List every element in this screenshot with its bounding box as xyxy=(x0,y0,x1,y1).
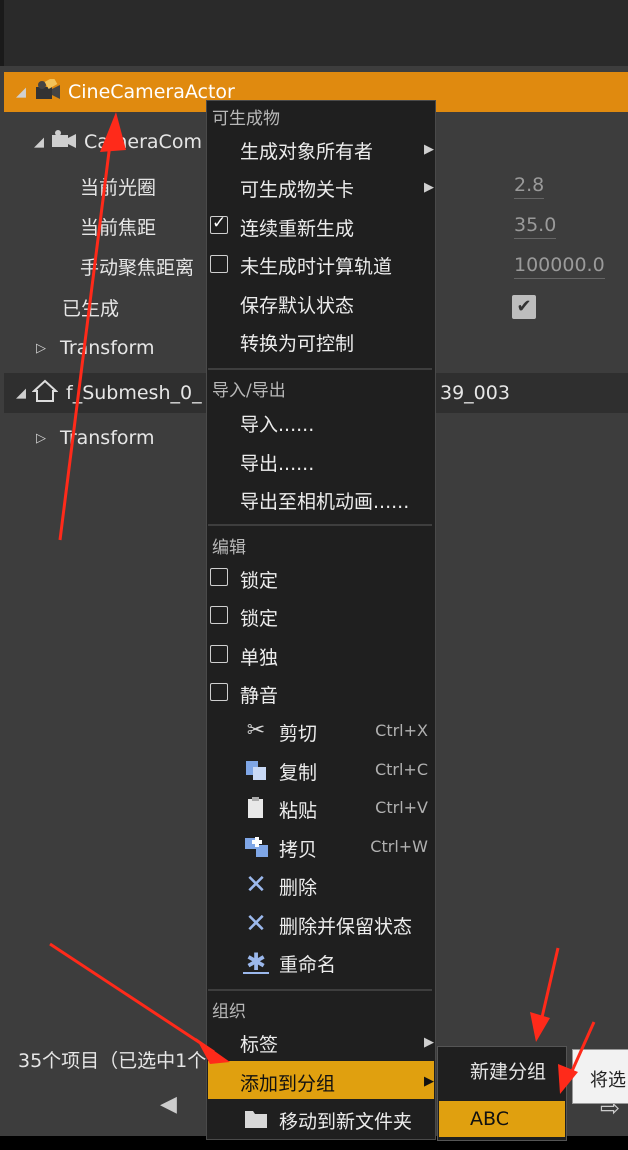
lock-checkbox-1[interactable] xyxy=(210,568,228,586)
menu-item-export-camera-anim[interactable]: 导出至相机动画...... xyxy=(240,487,409,514)
menu-item-delete-keep-state[interactable]: 删除并保留状态 xyxy=(279,912,412,939)
paste-icon xyxy=(244,796,268,820)
collapse-triangle-icon[interactable]: ◢ xyxy=(16,85,32,100)
calc-unspawned-checkbox[interactable] xyxy=(210,255,228,273)
menu-separator xyxy=(208,524,432,526)
menu-item-spawn-owner[interactable]: 生成对象所有者 xyxy=(240,137,373,164)
camera-component-icon xyxy=(50,129,84,155)
component-name: CameraCom xyxy=(84,131,202,153)
collapse-triangle-icon[interactable]: ◢ xyxy=(34,135,50,150)
menu-item-cut[interactable]: 剪切 xyxy=(279,719,317,746)
solo-checkbox[interactable] xyxy=(210,645,228,663)
item-count-status: 35个项目（已选中1个 xyxy=(18,1050,207,1072)
collapse-triangle-icon[interactable]: ◢ xyxy=(16,386,32,401)
lock-checkbox-2[interactable] xyxy=(210,606,228,624)
menu-section-import-export: 导入/导出 xyxy=(212,381,286,401)
menu-item-paste[interactable]: 粘贴 xyxy=(279,796,317,823)
property-value[interactable]: 2.8 xyxy=(514,174,545,199)
menu-section-spawnables: 可生成物 xyxy=(212,109,280,129)
menu-item-lock-1[interactable]: 锁定 xyxy=(240,566,278,593)
continuous-respawn-checkbox[interactable] xyxy=(210,213,228,234)
folder-icon xyxy=(244,1107,268,1131)
property-label: 已生成 xyxy=(62,297,120,320)
duplicate-icon xyxy=(244,835,268,859)
submenu-item-new-group[interactable]: 新建分组 xyxy=(470,1057,546,1084)
expand-triangle-icon[interactable]: ▷ xyxy=(36,341,52,356)
shortcut-copy: Ctrl+C xyxy=(374,760,428,779)
menu-item-calc-unspawned-track[interactable]: 未生成时计算轨道 xyxy=(240,252,392,279)
menu-item-export[interactable]: 导出...... xyxy=(240,449,314,476)
property-value[interactable]: 100000.0 xyxy=(514,254,605,279)
menu-separator xyxy=(208,368,432,370)
submenu-arrow-icon: ▶ xyxy=(424,1074,434,1089)
menu-item-lock-2[interactable]: 锁定 xyxy=(240,604,278,631)
delete-keep-x-icon: ✕ xyxy=(245,909,267,939)
property-label: 当前光圈 xyxy=(80,176,157,199)
menu-section-edit: 编辑 xyxy=(212,538,246,558)
menu-item-spawn-level[interactable]: 可生成物关卡 xyxy=(240,175,354,202)
menu-section-organize: 组织 xyxy=(212,1002,246,1022)
menu-item-duplicate[interactable]: 拷贝 xyxy=(279,835,317,862)
scissors-icon: ✂ xyxy=(246,718,266,743)
menu-item-mute[interactable]: 静音 xyxy=(240,681,278,708)
menu-item-add-to-group[interactable]: 添加到分组 xyxy=(240,1069,335,1096)
property-label: 手动聚焦距离 xyxy=(80,256,195,279)
left-edge xyxy=(0,0,4,66)
submesh-name: f_Submesh_0_ xyxy=(66,382,202,404)
copy-icon xyxy=(244,758,268,782)
rename-icon: ✱ xyxy=(245,948,267,976)
menu-item-convert-possessable[interactable]: 转换为可控制 xyxy=(240,329,354,356)
property-value[interactable]: 35.0 xyxy=(514,214,557,239)
menu-item-import[interactable]: 导入...... xyxy=(240,410,314,437)
rename-underline xyxy=(243,972,269,974)
submesh-name-suffix: 39_003 xyxy=(440,382,510,404)
menu-item-continuous-respawn[interactable]: 连续重新生成 xyxy=(240,214,354,241)
camera-actor-icon xyxy=(32,77,66,105)
submenu-arrow-icon: ▶ xyxy=(424,142,434,157)
menu-item-rename[interactable]: 重命名 xyxy=(279,950,336,977)
menu-item-save-default-state[interactable]: 保存默认状态 xyxy=(240,291,354,318)
submenu-arrow-icon: ▶ xyxy=(424,180,434,195)
actor-house-icon xyxy=(31,379,66,407)
mute-checkbox[interactable] xyxy=(210,683,228,701)
menu-item-delete[interactable]: 删除 xyxy=(279,873,317,900)
expand-triangle-icon[interactable]: ▷ xyxy=(36,431,52,446)
submenu-item-abc[interactable]: ABC xyxy=(470,1108,509,1130)
nav-back-icon[interactable]: ◀ xyxy=(160,1092,177,1117)
property-label: 当前焦距 xyxy=(80,216,157,239)
menu-item-solo[interactable]: 单独 xyxy=(240,643,278,670)
menu-separator xyxy=(208,989,432,991)
menu-item-copy[interactable]: 复制 xyxy=(279,758,317,785)
shortcut-duplicate: Ctrl+W xyxy=(370,837,428,856)
transform-label: Transform xyxy=(60,427,155,449)
transform-label: Transform xyxy=(60,337,155,359)
shortcut-paste: Ctrl+V xyxy=(375,798,428,817)
menu-item-move-to-folder[interactable]: 移动到新文件夹 xyxy=(279,1107,412,1134)
tooltip: 将选 xyxy=(572,1049,628,1104)
generated-checkbox[interactable]: ✔ xyxy=(512,295,536,319)
shortcut-cut: Ctrl+X xyxy=(375,721,428,740)
outliner-top-area xyxy=(0,0,628,66)
delete-x-icon: ✕ xyxy=(245,870,267,900)
submenu-arrow-icon: ▶ xyxy=(424,1035,434,1050)
menu-item-tags[interactable]: 标签 xyxy=(240,1030,278,1057)
